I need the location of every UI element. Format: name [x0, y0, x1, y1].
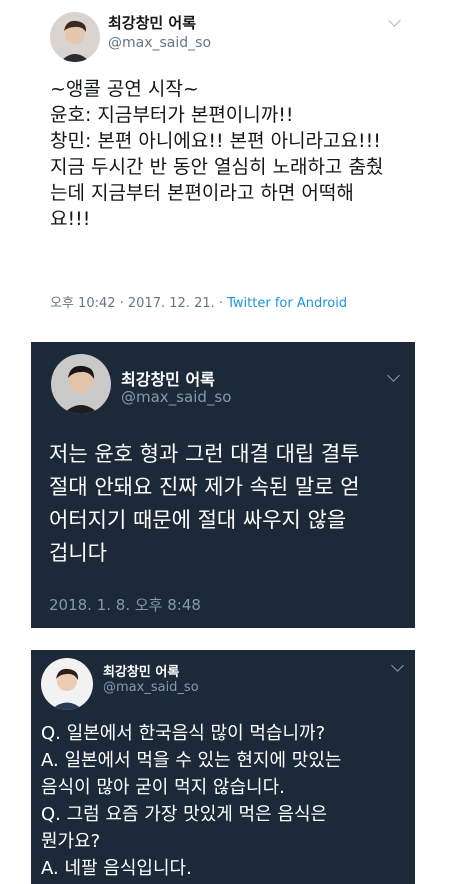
chevron-down-icon[interactable]	[388, 14, 401, 27]
author-name[interactable]: 최강창민 어록	[108, 12, 196, 33]
avatar[interactable]	[50, 12, 100, 62]
author-handle[interactable]: @max_said_so	[121, 388, 231, 406]
tweet-time: 오후 10:42 · 2017. 12. 21. ·	[50, 296, 228, 311]
tweet-text: Q. 일본에서 한국음식 많이 먹습니까? A. 일본에서 먹을 수 있는 현지…	[41, 723, 342, 879]
author-name[interactable]: 최강창민 어록	[103, 661, 179, 680]
avatar[interactable]	[41, 658, 93, 710]
avatar[interactable]	[51, 354, 111, 414]
tweet-source-link[interactable]: Twitter for Android	[227, 296, 347, 311]
author-handle[interactable]: @max_said_so	[108, 35, 211, 51]
tweet-time: 2018. 1. 8. 오후 8:48	[49, 596, 201, 614]
tweet-card-3: 최강창민 어록 @max_said_so Q. 일본에서 한국음식 많이 먹습니…	[31, 650, 415, 884]
author-handle[interactable]: @max_said_so	[103, 680, 199, 695]
tweet-card-2: 최강창민 어록 @max_said_so 저는 윤호 형과 그런 대결 대립 결…	[31, 342, 415, 628]
tweet-card-1: 최강창민 어록 @max_said_so ~앵콜 공연 시작~ 윤호: 지금부터…	[30, 0, 422, 326]
tweet-text: ~앵콜 공연 시작~ 윤호: 지금부터가 본편이니까!! 창민: 본편 아니에요…	[50, 78, 384, 230]
tweet-text: 저는 윤호 형과 그런 대결 대립 결투 절대 안돼요 진짜 제가 속된 말로 …	[49, 442, 360, 565]
chevron-down-icon[interactable]	[387, 369, 400, 382]
chevron-down-icon[interactable]	[391, 659, 404, 672]
tweet-meta: 오후 10:42 · 2017. 12. 21. · Twitter for A…	[50, 292, 347, 311]
author-name[interactable]: 최강창민 어록	[121, 366, 215, 390]
